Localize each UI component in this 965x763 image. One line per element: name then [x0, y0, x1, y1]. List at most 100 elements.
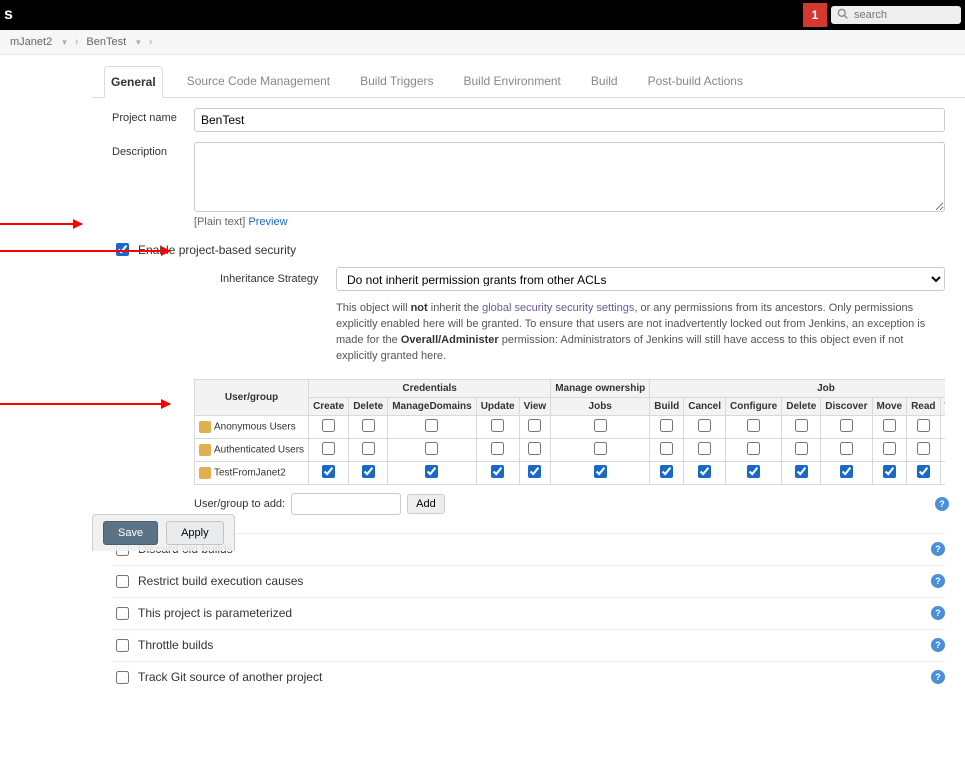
option-checkbox[interactable]: [116, 575, 129, 588]
perm-checkbox[interactable]: [883, 442, 896, 455]
option-label: Throttle builds: [138, 638, 213, 652]
description-input[interactable]: [194, 142, 945, 212]
option-row: Discard old builds?: [112, 533, 945, 565]
breadcrumb-item[interactable]: mJanet2: [10, 36, 52, 48]
perm-checkbox[interactable]: [491, 419, 504, 432]
description-label: Description: [112, 142, 194, 158]
perm-checkbox[interactable]: [917, 419, 930, 432]
search-box[interactable]: [831, 6, 961, 24]
perm-checkbox[interactable]: [698, 419, 711, 432]
perm-checkbox[interactable]: [425, 465, 438, 478]
tab-env[interactable]: Build Environment: [458, 66, 567, 98]
group-icon: [199, 467, 211, 479]
help-icon[interactable]: ?: [931, 606, 945, 620]
tab-build[interactable]: Build: [585, 66, 624, 98]
perm-col-header: Delete: [782, 397, 821, 415]
perm-col-header: Build: [650, 397, 684, 415]
perm-col-header: Configure: [726, 397, 782, 415]
tab-scm[interactable]: Source Code Management: [181, 66, 336, 98]
preview-link[interactable]: Preview: [248, 216, 287, 228]
perm-checkbox[interactable]: [917, 442, 930, 455]
apply-button[interactable]: Apply: [166, 521, 224, 545]
tab-general[interactable]: General: [104, 66, 163, 98]
option-row: Restrict build execution causes?: [112, 565, 945, 597]
perm-checkbox[interactable]: [528, 419, 541, 432]
project-name-input[interactable]: [194, 108, 945, 132]
group-icon: [199, 421, 211, 433]
perm-checkbox[interactable]: [917, 465, 930, 478]
perm-checkbox[interactable]: [883, 419, 896, 432]
add-user-input[interactable]: [291, 493, 401, 515]
perm-checkbox[interactable]: [840, 465, 853, 478]
perm-checkbox[interactable]: [491, 465, 504, 478]
notification-badge[interactable]: 1: [803, 3, 827, 27]
global-settings-link[interactable]: global security security settings: [482, 302, 634, 314]
help-icon[interactable]: ?: [931, 670, 945, 684]
tab-triggers[interactable]: Build Triggers: [354, 66, 439, 98]
perm-col-header: Create: [309, 397, 349, 415]
perm-checkbox[interactable]: [698, 442, 711, 455]
caret-down-icon[interactable]: ▾: [62, 37, 67, 48]
perm-checkbox[interactable]: [528, 442, 541, 455]
perm-checkbox[interactable]: [840, 442, 853, 455]
perm-checkbox[interactable]: [594, 442, 607, 455]
help-icon[interactable]: ?: [931, 542, 945, 556]
perm-checkbox[interactable]: [362, 465, 375, 478]
plain-text-label: [Plain text]: [194, 216, 245, 228]
user-group-cell: Authenticated Users: [195, 438, 309, 461]
perm-checkbox[interactable]: [362, 442, 375, 455]
inheritance-select[interactable]: Do not inherit permission grants from ot…: [336, 267, 945, 291]
perm-checkbox[interactable]: [594, 465, 607, 478]
perm-checkbox[interactable]: [840, 419, 853, 432]
search-input[interactable]: [852, 8, 952, 22]
save-button[interactable]: Save: [103, 521, 158, 545]
perm-checkbox[interactable]: [747, 442, 760, 455]
add-user-button[interactable]: Add: [407, 494, 445, 514]
perm-checkbox[interactable]: [594, 419, 607, 432]
perm-col-header: Update: [476, 397, 519, 415]
perm-checkbox[interactable]: [883, 465, 896, 478]
footer-buttons: Save Apply: [92, 514, 235, 551]
help-icon[interactable]: ?: [931, 638, 945, 652]
perm-checkbox[interactable]: [698, 465, 711, 478]
perm-col-header: Jobs: [551, 397, 650, 415]
perm-checkbox[interactable]: [322, 442, 335, 455]
breadcrumb-item[interactable]: BenTest: [86, 36, 126, 48]
breadcrumb: mJanet2 ▾ › BenTest ▾ ›: [0, 30, 965, 55]
option-row: Track Git source of another project?: [112, 661, 945, 693]
perm-checkbox[interactable]: [795, 442, 808, 455]
group-icon: [199, 444, 211, 456]
perm-col-header: Delete: [349, 397, 388, 415]
perm-checkbox[interactable]: [491, 442, 504, 455]
help-icon[interactable]: ?: [931, 574, 945, 588]
perm-checkbox[interactable]: [747, 465, 760, 478]
perm-group-header: Job: [650, 379, 945, 397]
perm-checkbox[interactable]: [425, 419, 438, 432]
tab-post[interactable]: Post-build Actions: [642, 66, 749, 98]
perm-checkbox[interactable]: [795, 465, 808, 478]
user-group-cell: Anonymous Users: [195, 415, 309, 438]
perm-checkbox[interactable]: [747, 419, 760, 432]
help-icon[interactable]: ?: [935, 497, 949, 511]
option-label: Track Git source of another project: [138, 670, 322, 684]
option-checkbox[interactable]: [116, 607, 129, 620]
perm-checkbox[interactable]: [795, 419, 808, 432]
perm-checkbox[interactable]: [322, 465, 335, 478]
option-checkbox[interactable]: [116, 639, 129, 652]
option-label: This project is parameterized: [138, 606, 292, 620]
inheritance-description: This object will not inherit the global …: [336, 301, 945, 365]
perm-checkbox[interactable]: [322, 419, 335, 432]
perm-checkbox[interactable]: [660, 465, 673, 478]
breadcrumb-separator: ›: [149, 36, 153, 48]
caret-down-icon[interactable]: ▾: [136, 37, 141, 48]
option-checkbox[interactable]: [116, 671, 129, 684]
add-user-label: User/group to add:: [194, 498, 285, 510]
perm-group-header: Credentials: [309, 379, 551, 397]
inheritance-label: Inheritance Strategy: [220, 273, 328, 285]
perm-checkbox[interactable]: [528, 465, 541, 478]
perm-checkbox[interactable]: [660, 442, 673, 455]
app-logo[interactable]: s: [0, 6, 13, 24]
perm-checkbox[interactable]: [660, 419, 673, 432]
perm-checkbox[interactable]: [425, 442, 438, 455]
perm-checkbox[interactable]: [362, 419, 375, 432]
